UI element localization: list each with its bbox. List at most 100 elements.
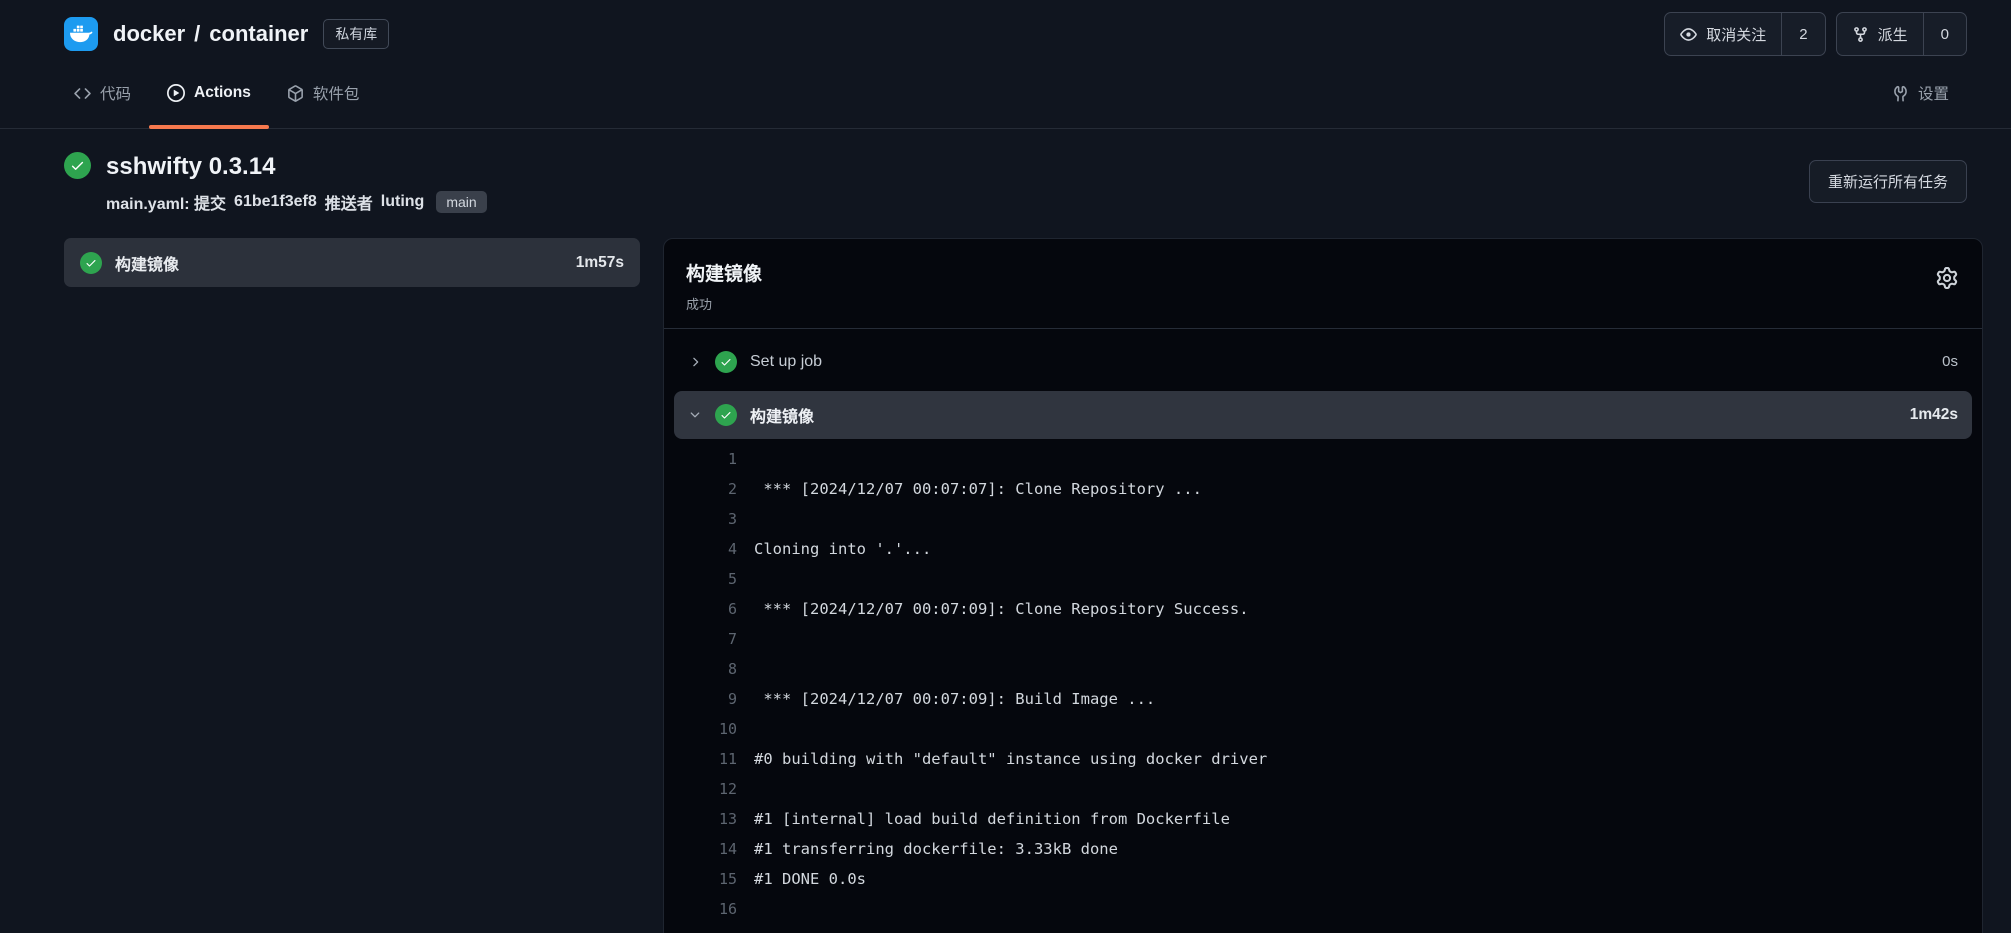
log-line-text: #1 DONE 0.0s bbox=[754, 864, 866, 894]
log-line: 13 #1 [internal] load build definition f… bbox=[664, 804, 1982, 834]
job-status-text: 成功 bbox=[686, 294, 762, 313]
log-line-number[interactable]: 10 bbox=[664, 714, 754, 744]
log-line: 9 *** [2024/12/07 00:07:09]: Build Image… bbox=[664, 684, 1982, 714]
log-line-text: #1 [internal] load build definition from… bbox=[754, 804, 1230, 834]
tab-packages[interactable]: 软件包 bbox=[269, 58, 378, 128]
log-line-number[interactable]: 7 bbox=[664, 624, 754, 654]
step-success-check-icon bbox=[715, 351, 737, 373]
fork-label: 派生 bbox=[1878, 24, 1908, 45]
log-line-text: Cloning into '.'... bbox=[754, 534, 931, 564]
pushed-by-text: 推送者 bbox=[325, 190, 373, 214]
log-line-number[interactable]: 13 bbox=[664, 804, 754, 834]
log-line-number[interactable]: 15 bbox=[664, 864, 754, 894]
fork-button-main[interactable]: 派生 bbox=[1837, 13, 1924, 55]
tab-actions-label: Actions bbox=[194, 84, 251, 102]
step-name: 构建镜像 bbox=[750, 403, 814, 427]
code-icon bbox=[74, 85, 91, 102]
log-line-text: *** [2024/12/07 00:07:09]: Build Image .… bbox=[754, 684, 1155, 714]
log-line: 5 bbox=[664, 564, 1982, 594]
repo-tabs: 代码 Actions 软件包 设置 bbox=[0, 58, 2011, 129]
docker-whale-icon bbox=[69, 22, 93, 46]
play-circle-icon bbox=[167, 84, 185, 102]
job-success-check-icon bbox=[80, 252, 102, 274]
log-line: 11 #0 building with "default" instance u… bbox=[664, 744, 1982, 774]
log-line: 6 *** [2024/12/07 00:07:09]: Clone Repos… bbox=[664, 594, 1982, 624]
log-line-number[interactable]: 8 bbox=[664, 654, 754, 684]
step-name: Set up job bbox=[750, 353, 822, 371]
job-panel-header-text: 构建镜像 成功 bbox=[686, 259, 762, 313]
chevron-right-icon bbox=[688, 355, 702, 369]
steps-list: Set up job 0s 构建镜像 1m42s bbox=[664, 328, 1982, 439]
log-line-number[interactable]: 16 bbox=[664, 894, 754, 924]
gear-icon[interactable] bbox=[1936, 267, 1958, 292]
log-line-number[interactable]: 14 bbox=[664, 834, 754, 864]
repo-header: docker / container 私有库 取消关注 2 bbox=[0, 0, 2011, 58]
step-row-build-image[interactable]: 构建镜像 1m42s bbox=[674, 391, 1972, 439]
unwatch-label: 取消关注 bbox=[1706, 24, 1766, 45]
watchers-count[interactable]: 2 bbox=[1782, 13, 1824, 55]
unwatch-button[interactable]: 取消关注 2 bbox=[1664, 12, 1825, 56]
pusher-link[interactable]: luting bbox=[381, 193, 425, 211]
repo-owner-link[interactable]: docker bbox=[113, 21, 185, 47]
run-head-main: sshwifty 0.3.14 main.yaml: 提交 61be1f3ef8… bbox=[106, 152, 487, 214]
eye-icon bbox=[1680, 26, 1697, 43]
repo-avatar-docker-logo[interactable] bbox=[64, 17, 98, 51]
package-icon bbox=[287, 85, 304, 102]
log-line: 7 bbox=[664, 624, 1982, 654]
fork-icon bbox=[1852, 26, 1869, 43]
job-panel-title: 构建镜像 bbox=[686, 259, 762, 286]
log-line-number[interactable]: 9 bbox=[664, 684, 754, 714]
log-line-text: *** [2024/12/07 00:07:07]: Clone Reposit… bbox=[754, 474, 1202, 504]
log-line: 3 bbox=[664, 504, 1982, 534]
repo-name-link[interactable]: container bbox=[209, 21, 308, 47]
log-line: 12 bbox=[664, 774, 1982, 804]
log-line: 10 bbox=[664, 714, 1982, 744]
rerun-all-jobs-button[interactable]: 重新运行所有任务 bbox=[1809, 160, 1967, 203]
job-name: 构建镜像 bbox=[115, 251, 179, 275]
repo-separator: / bbox=[194, 21, 200, 47]
tab-code-label: 代码 bbox=[100, 82, 131, 104]
log-line: 2 *** [2024/12/07 00:07:07]: Clone Repos… bbox=[664, 474, 1982, 504]
log-line-number[interactable]: 6 bbox=[664, 594, 754, 624]
log-line: 14 #1 transferring dockerfile: 3.33kB do… bbox=[664, 834, 1982, 864]
job-panel: 构建镜像 成功 Set up job 0s bbox=[663, 238, 1983, 933]
workflow-file-and-commit-prefix: main.yaml: 提交 bbox=[106, 190, 226, 214]
tab-actions[interactable]: Actions bbox=[149, 58, 269, 128]
tab-settings[interactable]: 设置 bbox=[1874, 58, 1967, 128]
jobs-sidebar: 构建镜像 1m57s bbox=[64, 238, 640, 287]
log-line-number[interactable]: 11 bbox=[664, 744, 754, 774]
run-subtitle: main.yaml: 提交 61be1f3ef8 推送者 luting main bbox=[106, 190, 487, 214]
log-line: 16 bbox=[664, 894, 1982, 924]
run-title: sshwifty 0.3.14 bbox=[106, 152, 487, 181]
job-list-item[interactable]: 构建镜像 1m57s bbox=[64, 238, 640, 287]
unwatch-button-main[interactable]: 取消关注 bbox=[1665, 13, 1782, 55]
log-line-text: *** [2024/12/07 00:07:09]: Clone Reposit… bbox=[754, 594, 1249, 624]
log-line-text: #1 transferring dockerfile: 3.33kB done bbox=[754, 834, 1118, 864]
log-line-number[interactable]: 3 bbox=[664, 504, 754, 534]
fork-button[interactable]: 派生 0 bbox=[1836, 12, 1967, 56]
tab-packages-label: 软件包 bbox=[313, 82, 360, 104]
branch-badge[interactable]: main bbox=[436, 191, 486, 213]
tab-code[interactable]: 代码 bbox=[56, 58, 149, 128]
run-success-check-icon bbox=[64, 152, 91, 179]
step-duration: 0s bbox=[1942, 353, 1958, 370]
forks-count[interactable]: 0 bbox=[1924, 13, 1966, 55]
log-line: 4 Cloning into '.'... bbox=[664, 534, 1982, 564]
step-row-setup-job[interactable]: Set up job 0s bbox=[674, 332, 1972, 391]
log-line: 1 bbox=[664, 444, 1982, 474]
wrench-icon bbox=[1892, 85, 1909, 102]
log-line-number[interactable]: 4 bbox=[664, 534, 754, 564]
log-line-number[interactable]: 5 bbox=[664, 564, 754, 594]
log-line-number[interactable]: 1 bbox=[664, 444, 754, 474]
commit-sha-link[interactable]: 61be1f3ef8 bbox=[234, 193, 317, 211]
log-line-number[interactable]: 12 bbox=[664, 774, 754, 804]
run-header: sshwifty 0.3.14 main.yaml: 提交 61be1f3ef8… bbox=[0, 129, 2011, 238]
step-duration: 1m42s bbox=[1910, 406, 1958, 424]
log-line: 8 bbox=[664, 654, 1982, 684]
job-duration: 1m57s bbox=[576, 254, 624, 272]
header-actions: 取消关注 2 派生 0 bbox=[1664, 12, 1967, 56]
step-success-check-icon bbox=[715, 404, 737, 426]
log-line-number[interactable]: 2 bbox=[664, 474, 754, 504]
actions-run-page: docker / container 私有库 取消关注 2 bbox=[0, 0, 2011, 933]
log-line: 15 #1 DONE 0.0s bbox=[664, 864, 1982, 894]
